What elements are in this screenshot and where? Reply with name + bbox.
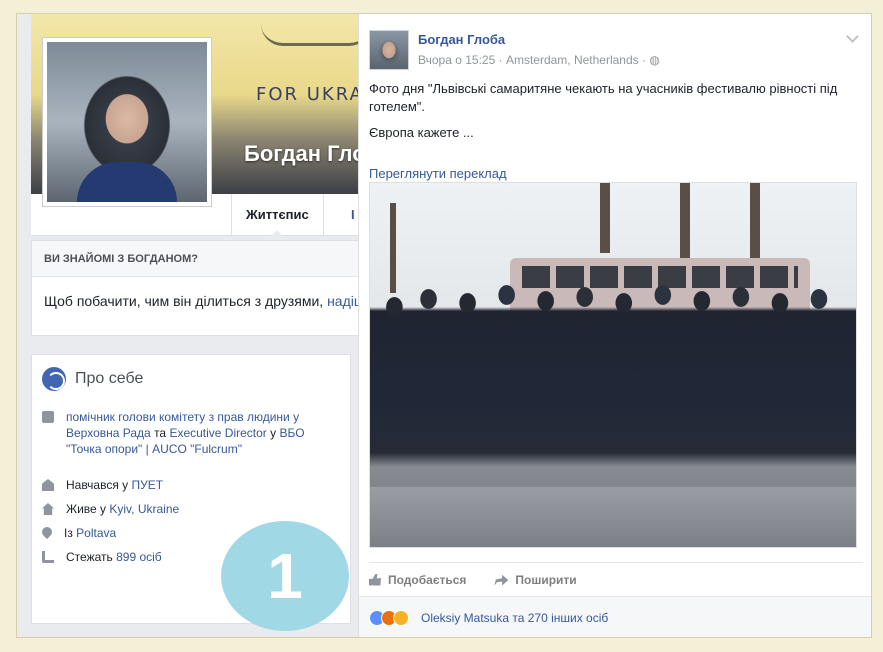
separator-dot: ·: [498, 53, 506, 67]
work-connector: та: [150, 426, 170, 440]
followers-link[interactable]: 899 осіб: [116, 550, 162, 564]
post-time[interactable]: Вчора о 15:25: [418, 53, 495, 67]
post-photo[interactable]: [369, 182, 857, 548]
tree-trunk: [680, 183, 690, 263]
education-link[interactable]: ПУЕТ: [132, 478, 164, 492]
work-title[interactable]: Executive Director: [169, 426, 266, 440]
post-text: Фото дня "Львівські самаритяне чекають н…: [369, 80, 863, 150]
post-location[interactable]: Amsterdam, Netherlands: [506, 53, 639, 67]
post-popup: Богдан Глоба Вчора о 15:25 · Amsterdam, …: [358, 14, 871, 637]
cover-drawing: [261, 24, 371, 46]
tab-timeline[interactable]: Життєпис: [231, 194, 324, 237]
reaction-icons[interactable]: [369, 610, 409, 626]
reactions-bar: Oleksiy Matsuka та 270 інших осіб: [359, 596, 871, 637]
see-translation-link[interactable]: Переглянути переклад: [369, 166, 507, 181]
from-link[interactable]: Poltava: [76, 526, 116, 540]
post-actions: Подобається Поширити: [369, 562, 863, 596]
share-label: Поширити: [515, 572, 577, 587]
home-icon: [42, 503, 54, 515]
about-title-label: Про себе: [75, 370, 144, 387]
avatar-image: [47, 42, 207, 202]
know-sentence: Щоб побачити, чим він ділиться з друзями…: [44, 293, 328, 309]
about-title: Про себе: [42, 367, 143, 391]
know-card: ВИ ЗНАЙОМІ З БОГДАНОМ? Щоб побачити, чим…: [31, 240, 375, 336]
school-icon: [42, 479, 54, 491]
crowd: [370, 283, 856, 483]
badge-number: 1: [267, 540, 303, 612]
post-author[interactable]: Богдан Глоба: [418, 32, 660, 47]
post-subline: Вчора о 15:25 · Amsterdam, Netherlands ·…: [418, 53, 660, 67]
tab-info[interactable]: І: [351, 194, 355, 236]
globe-icon: [42, 367, 66, 391]
post-header: Богдан Глоба Вчора о 15:25 · Amsterdam, …: [369, 30, 660, 70]
briefcase-icon: [42, 411, 54, 423]
profile-page: FOR UKRA Богдан Глоба Життєпис І ВИ ЗНАЙ…: [17, 14, 871, 637]
like-label: Подобається: [388, 572, 467, 587]
post-meta: Богдан Глоба Вчора о 15:25 · Amsterdam, …: [418, 32, 660, 70]
from-label: Із: [64, 526, 77, 540]
chevron-down-icon[interactable]: [846, 30, 859, 43]
about-lives: Живе у Kyiv, Ukraine: [42, 501, 179, 517]
work-connector-2: у: [266, 426, 280, 440]
number-badge: 1: [221, 521, 349, 631]
reactions-summary[interactable]: Oleksiy Matsuka та 270 інших осіб: [421, 611, 608, 625]
followers-label: Стежать: [66, 550, 117, 564]
profile-name[interactable]: Богдан Глоба: [244, 141, 375, 167]
post-text-line-1: Фото дня "Львівські самаритяне чекають н…: [369, 81, 838, 114]
screenshot-frame: FOR UKRA Богдан Глоба Життєпис І ВИ ЗНАЙ…: [16, 13, 872, 638]
tree-trunk: [390, 203, 396, 293]
like-button[interactable]: Подобається: [369, 573, 466, 587]
tree-trunk: [600, 183, 610, 253]
about-education: Навчався у ПУЕТ: [42, 477, 163, 493]
know-text: Щоб побачити, чим він ділиться з друзями…: [32, 277, 374, 309]
share-button[interactable]: Поширити: [494, 572, 577, 587]
lives-link[interactable]: Kyiv, Ukraine: [109, 502, 179, 516]
profile-avatar[interactable]: [42, 37, 212, 207]
about-followers: Стежать 899 осіб: [42, 549, 162, 565]
about-work: помічник голови комітету з прав людини у…: [42, 409, 312, 457]
tree-trunk: [750, 183, 760, 258]
map-pin-icon: [39, 524, 55, 540]
ground: [370, 487, 856, 547]
post-avatar[interactable]: [369, 30, 409, 70]
about-from: Із Poltava: [39, 524, 116, 541]
rss-icon: [42, 551, 54, 563]
know-heading: ВИ ЗНАЙОМІ З БОГДАНОМ?: [32, 241, 374, 277]
thumbs-up-icon: [369, 573, 381, 586]
cover-caption: FOR UKRA: [256, 84, 364, 105]
lives-label: Живе у: [66, 502, 110, 516]
post-text-line-2: Європа кажете ...: [369, 125, 474, 140]
share-icon: [494, 574, 509, 586]
sad-reaction-icon: [393, 610, 409, 626]
privacy-globe-icon[interactable]: ◍: [649, 53, 659, 67]
education-label: Навчався у: [66, 478, 132, 492]
